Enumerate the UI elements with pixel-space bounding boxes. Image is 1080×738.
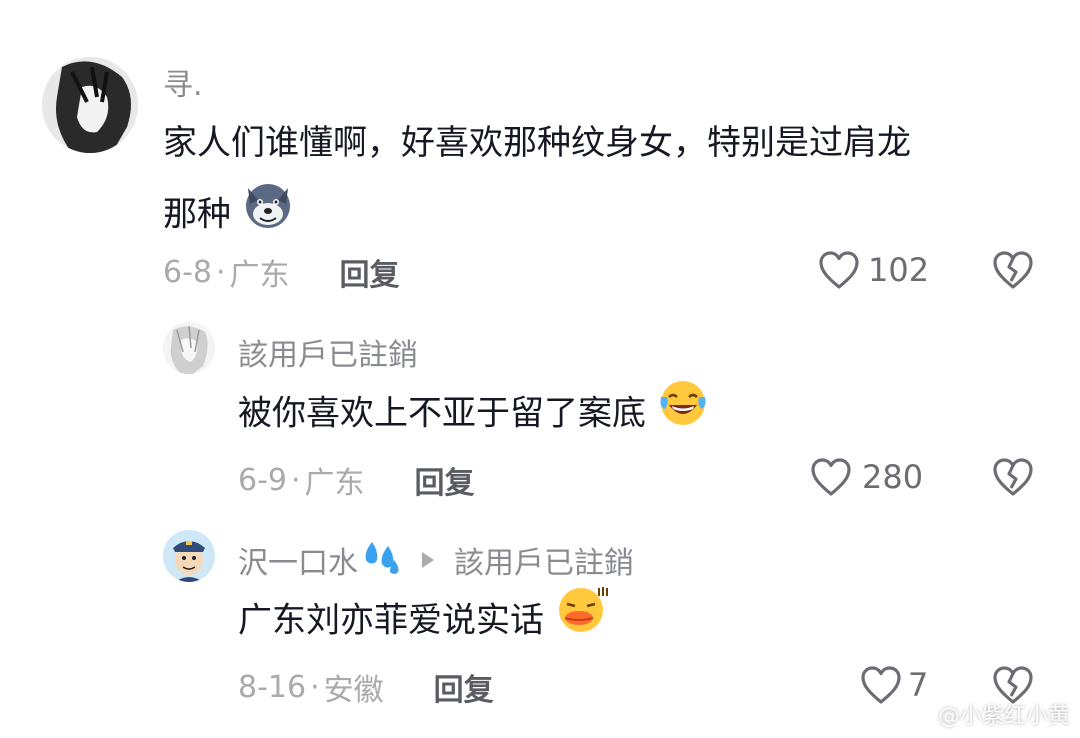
meta-separator: ·: [291, 462, 301, 498]
broken-heart-icon: [993, 458, 1033, 496]
wolf-emoji-icon: [242, 178, 294, 254]
avatar-image: [163, 322, 215, 374]
comment-text-line-1: 家人们谁懂啊，好喜欢那种纹身女，特别是过肩龙: [163, 123, 911, 163]
comment-text-body: 广东刘亦菲爱说实话: [238, 600, 544, 641]
broken-heart-icon: [993, 251, 1033, 289]
like-button[interactable]: 280: [810, 457, 923, 497]
laugh-tears-emoji-icon: [657, 377, 709, 453]
duck-lips-emoji-icon: [555, 584, 609, 660]
comment-text-line-2: 那种: [163, 194, 231, 235]
comment-location: 广东: [304, 466, 365, 501]
heart-icon: [819, 251, 859, 289]
comment-meta: 6-9 · 广东 回复: [238, 458, 475, 502]
comment-text-line-2-wrap: 那种: [163, 178, 1043, 254]
avatar-image: [42, 57, 138, 153]
comment-username[interactable]: 寻.: [163, 60, 203, 104]
comment-username[interactable]: 沢一口水: [238, 538, 358, 582]
comment-location: 广东: [229, 258, 290, 293]
like-count: 280: [862, 458, 924, 496]
reply-button[interactable]: 回复: [415, 458, 475, 502]
comment-date: 8-16: [238, 669, 307, 705]
comment-location: 安徽: [323, 673, 384, 708]
heart-icon: [811, 458, 851, 496]
sweat-droplets-emoji-icon: [362, 536, 404, 584]
reply-to-username[interactable]: 該用戶已註銷: [454, 538, 634, 582]
comment-text: 广东刘亦菲爱说实话: [238, 584, 609, 660]
reply-button[interactable]: 回复: [434, 665, 494, 709]
reply-arrow-icon: [422, 552, 434, 568]
watermark: @小紫红小黄: [937, 704, 1070, 729]
comment-text-body: 被你喜欢上不亚于留了案底: [238, 393, 646, 434]
avatar-image: [163, 530, 215, 582]
comment-date: 6-9: [238, 462, 287, 498]
heart-icon: [861, 666, 901, 704]
like-button[interactable]: 7: [860, 665, 928, 705]
like-count: 102: [868, 251, 930, 289]
like-button[interactable]: 102: [818, 250, 929, 290]
comment-date: 6-8: [163, 254, 212, 290]
comment-username[interactable]: 該用戶已註銷: [238, 330, 418, 374]
comment-meta: 6-8 · 广东 回复: [163, 250, 400, 294]
comment-text: 家人们谁懂啊，好喜欢那种纹身女，特别是过肩龙 那种: [163, 108, 1043, 254]
comment-meta: 8-16 · 安徽 回复: [238, 665, 494, 709]
comment-text: 被你喜欢上不亚于留了案底: [238, 377, 709, 453]
dislike-button[interactable]: [992, 250, 1034, 294]
avatar[interactable]: [163, 530, 215, 582]
reply-button[interactable]: 回复: [340, 250, 400, 294]
like-count: 7: [908, 666, 929, 704]
avatar[interactable]: [42, 57, 138, 153]
comment-username-row: 沢一口水 該用戶已註銷: [238, 536, 634, 584]
meta-separator: ·: [216, 254, 226, 290]
meta-separator: ·: [310, 669, 320, 705]
avatar[interactable]: [163, 322, 215, 374]
dislike-button[interactable]: [992, 457, 1034, 501]
